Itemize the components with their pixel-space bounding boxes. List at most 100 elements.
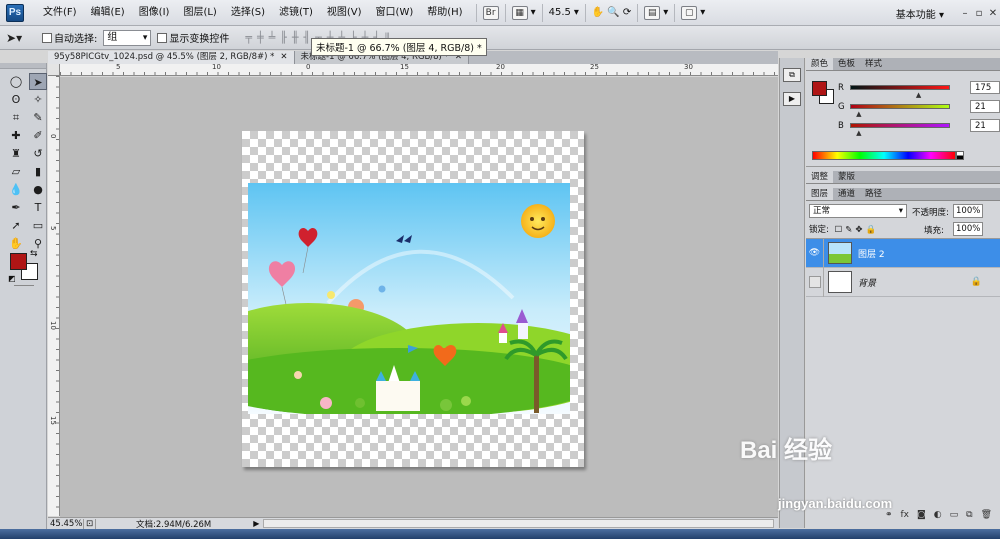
path-selection-tool-icon[interactable]: ➚ <box>7 217 25 234</box>
minimize-icon[interactable]: – <box>958 8 972 19</box>
visibility-toggle[interactable] <box>806 267 824 297</box>
eyedropper-tool-icon[interactable]: ✎ <box>29 109 47 126</box>
status-menu-arrow-icon[interactable]: ▶ <box>253 519 259 528</box>
tab-channels[interactable]: 通道 <box>833 188 860 200</box>
horizontal-scrollbar[interactable] <box>263 519 774 528</box>
move-tool-icon[interactable]: ➤ <box>29 73 47 90</box>
menu-edit[interactable]: 编辑(E) <box>84 0 132 26</box>
extras-button[interactable]: ▦ ▾ <box>504 3 536 22</box>
quick-mask-button[interactable] <box>14 285 34 286</box>
lock-transparency-icon[interactable]: ☐ <box>835 225 846 235</box>
restore-icon[interactable]: ▫ <box>972 8 986 19</box>
shape-tool-icon[interactable]: ▭ <box>29 217 47 234</box>
ruler-origin[interactable] <box>48 64 60 76</box>
green-slider[interactable]: ▲ <box>850 104 950 118</box>
menu-view[interactable]: 视图(V) <box>320 0 369 26</box>
rotate-view-icon[interactable]: ⟳ <box>623 7 631 18</box>
tab-paths[interactable]: 路径 <box>860 188 887 200</box>
lasso-tool-icon[interactable]: ʘ <box>7 91 25 108</box>
gradient-tool-icon[interactable]: ▮ <box>29 163 47 180</box>
zoom-level-select[interactable]: 45.5 ▾ <box>541 3 579 22</box>
align-right-icon[interactable]: ╢ <box>304 31 312 45</box>
blue-slider[interactable]: ▲ <box>850 123 950 137</box>
history-brush-tool-icon[interactable]: ↺ <box>29 145 47 162</box>
horizontal-ruler[interactable]: 0 5 10 15 20 25 30 <box>60 63 778 76</box>
status-zoom-field[interactable]: 45.45% <box>48 518 84 529</box>
zoom-tool-icon[interactable]: 🔍 <box>607 7 619 18</box>
blur-tool-icon[interactable]: 💧 <box>7 181 25 198</box>
new-group-icon[interactable]: ▭ <box>950 510 959 524</box>
clone-stamp-tool-icon[interactable]: ♜ <box>7 145 25 162</box>
layer-row-layer-2[interactable]: 👁 图层 2 <box>806 238 1000 268</box>
eye-icon[interactable]: 👁 <box>806 238 824 268</box>
move-tool-preset[interactable]: ➤ ▾ <box>6 29 36 47</box>
tab-color[interactable]: 颜色 <box>806 58 834 70</box>
tab-swatches[interactable]: 色板 <box>833 58 860 70</box>
tab-adjustments[interactable]: 调整 <box>806 171 834 183</box>
lock-pixels-icon[interactable]: ✎ <box>845 225 855 235</box>
layer-style-icon[interactable]: fx <box>901 510 910 524</box>
hidden-eye-box[interactable] <box>808 275 821 288</box>
status-options-icon[interactable]: ⊡ <box>84 518 96 529</box>
menu-layer[interactable]: 图层(L) <box>176 0 223 26</box>
close-icon[interactable]: ✕ <box>280 52 287 62</box>
close-icon[interactable]: ✕ <box>986 8 1000 19</box>
auto-select-type[interactable]: 组 <box>103 29 152 46</box>
lock-all-icon[interactable]: 🔒 <box>865 225 879 235</box>
color-spectrum-bar[interactable] <box>812 151 956 160</box>
healing-brush-tool-icon[interactable]: ✚ <box>7 127 25 144</box>
delete-layer-icon[interactable]: 🗑 <box>981 510 992 524</box>
actions-panel-icon[interactable]: ▶ <box>783 92 801 106</box>
link-layers-icon[interactable]: ⚭ <box>885 510 893 524</box>
align-vcenter-icon[interactable]: ╪ <box>257 31 265 45</box>
hand-tool-icon[interactable]: ✋ <box>7 235 25 252</box>
new-layer-icon[interactable]: ⧉ <box>966 510 972 524</box>
bridge-button[interactable]: Br <box>475 3 499 22</box>
auto-select-checkbox[interactable]: 自动选择: <box>42 30 97 45</box>
color-panel-foreground-swatch[interactable] <box>812 81 827 96</box>
dodge-tool-icon[interactable]: ● <box>29 181 47 198</box>
screen-mode-button[interactable]: ▢ ▾ <box>674 3 705 22</box>
layer-row-background[interactable]: 背景 🔒 <box>806 267 1000 297</box>
pen-tool-icon[interactable]: ✒ <box>7 199 25 216</box>
vertical-ruler[interactable]: 0 5 10 15 <box>48 76 60 516</box>
menu-select[interactable]: 选择(S) <box>224 0 272 26</box>
foreground-color-swatch[interactable] <box>10 253 27 270</box>
tab-styles[interactable]: 样式 <box>860 58 887 70</box>
menu-filter[interactable]: 滤镜(T) <box>272 0 320 26</box>
tab-masks[interactable]: 蒙版 <box>833 171 860 183</box>
red-slider[interactable]: ▲ <box>850 85 950 99</box>
align-bottom-icon[interactable]: ╧ <box>269 31 277 45</box>
align-hcenter-icon[interactable]: ╫ <box>292 31 300 45</box>
fill-field[interactable]: 100% <box>953 222 983 236</box>
opacity-field[interactable]: 100% <box>953 204 983 218</box>
type-tool-icon[interactable]: T <box>29 199 47 216</box>
swap-colors-icon[interactable]: ⇆ <box>30 249 38 259</box>
arrange-documents-button[interactable]: ▤ ▾ <box>637 3 668 22</box>
adjustment-layer-icon[interactable]: ◐ <box>934 510 942 524</box>
menu-image[interactable]: 图像(I) <box>132 0 177 26</box>
menu-file[interactable]: 文件(F) <box>36 0 84 26</box>
default-colors-icon[interactable]: ◩ <box>8 274 16 283</box>
black-white-swatch[interactable] <box>956 151 964 160</box>
magic-wand-tool-icon[interactable]: ✧ <box>29 91 47 108</box>
brush-tool-icon[interactable]: ✐ <box>29 127 47 144</box>
align-top-icon[interactable]: ╤ <box>245 31 253 45</box>
green-slider-thumb[interactable]: ▲ <box>856 110 861 118</box>
tab-layers[interactable]: 图层 <box>806 188 834 200</box>
lock-position-icon[interactable]: ✥ <box>855 225 865 235</box>
red-slider-thumb[interactable]: ▲ <box>916 91 921 99</box>
red-value-field[interactable]: 175 <box>970 81 1000 94</box>
workspace-select[interactable]: 基本功能 ▾ <box>896 6 944 21</box>
menu-window[interactable]: 窗口(W) <box>369 0 421 26</box>
eraser-tool-icon[interactable]: ▱ <box>7 163 25 180</box>
add-mask-icon[interactable]: ◙ <box>917 510 926 524</box>
blue-value-field[interactable]: 21 <box>970 119 1000 132</box>
align-left-icon[interactable]: ╟ <box>280 31 288 45</box>
marquee-tool-icon[interactable]: ◯ <box>7 73 25 90</box>
crop-tool-icon[interactable]: ⌗ <box>7 109 25 126</box>
hand-tool-icon[interactable]: ✋ <box>592 7 604 18</box>
tab-document-1[interactable]: 95y58PICGtv_1024.psd @ 45.5% (图层 2, RGB/… <box>48 51 295 64</box>
menu-help[interactable]: 帮助(H) <box>420 0 469 26</box>
blue-slider-thumb[interactable]: ▲ <box>856 129 861 137</box>
